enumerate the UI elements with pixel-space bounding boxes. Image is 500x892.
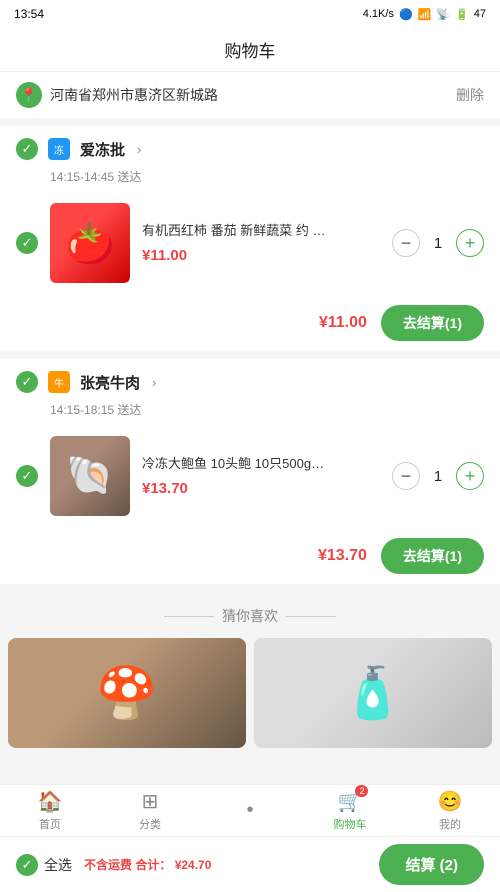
status-right: 4.1K/s 🔵 📶 📡 🔋 47 [363, 8, 486, 21]
nav-item-dot: • [200, 785, 300, 836]
battery-icon: 🔋 [455, 8, 469, 21]
mine-icon: 😊 [438, 789, 463, 814]
nav-item-mine[interactable]: 😊 我的 [400, 785, 500, 836]
store-card-1: ✓ 冻 爱冻批 › 14:15-14:45 送达 ✓ 🍅 有机西红柿 番茄 新鲜… [0, 126, 500, 351]
product-image-1: 🍅 [50, 203, 130, 283]
location-left: 📍 河南省郑州市惠济区新城路 [16, 82, 218, 108]
product-row-1: ✓ 🍅 有机西红柿 番茄 新鲜蔬菜 约 … ¥11.00 − 1 + [0, 195, 500, 295]
store-name-2: 张亮牛肉 [80, 372, 140, 393]
quantity-decrease-1[interactable]: − [392, 229, 420, 257]
bottom-bar: ✓ 全选 不含运费 合计： ¥24.70 结算 (2) [0, 836, 500, 892]
category-icon: ⊞ [142, 789, 159, 814]
bottom-total: 不含运费 合计： ¥24.70 [72, 856, 379, 873]
select-all-check[interactable]: ✓ [16, 854, 38, 876]
store-check-1[interactable]: ✓ [16, 138, 38, 160]
battery-level: 47 [474, 8, 486, 20]
select-all-label: 全选 [44, 855, 72, 875]
location-text: 河南省郑州市惠济区新城路 [50, 85, 218, 105]
product-check-2[interactable]: ✓ [16, 465, 38, 487]
bluetooth-icon: 🔵 [399, 8, 413, 21]
store-header-2[interactable]: ✓ 牛 张亮牛肉 › [0, 359, 500, 401]
product-info-2: 冷冻大鲍鱼 10头鲍 10只500g… ¥13.70 [142, 455, 380, 496]
product-name-2: 冷冻大鲍鱼 10头鲍 10只500g… [142, 455, 380, 473]
store-icon-1: 冻 [48, 138, 70, 160]
nav-item-cart[interactable]: 🛒 2 购物车 [300, 785, 400, 836]
store-name-1: 爱冻批 [80, 139, 125, 160]
recommendation-section: 猜你喜欢 🍄 🧴 [0, 592, 500, 756]
recommendation-title: 猜你喜欢 [0, 606, 500, 626]
dot-icon: • [246, 799, 253, 822]
nav-item-category[interactable]: ⊞ 分类 [100, 785, 200, 836]
checkout-btn-1[interactable]: 去结算(1) [381, 305, 484, 341]
recommendation-grid: 🍄 🧴 [0, 638, 500, 748]
cart-badge-wrapper: 🛒 2 [338, 789, 363, 814]
nav-label-category: 分类 [139, 816, 161, 832]
recommend-item-1[interactable]: 🍄 [8, 638, 246, 748]
store-header-1[interactable]: ✓ 冻 爱冻批 › [0, 126, 500, 168]
store-icon-2: 牛 [48, 371, 70, 393]
product-price-1: ¥11.00 [142, 247, 380, 264]
recommend-image-1: 🍄 [8, 638, 246, 748]
signal-icon: 📶 [418, 8, 432, 21]
quantity-value-2: 1 [430, 468, 446, 485]
product-qty-2: − 1 + [392, 462, 484, 490]
product-image-2: 🐚 [50, 436, 130, 516]
store-card-2: ✓ 牛 张亮牛肉 › 14:15-18:15 送达 ✓ 🐚 冷冻大鲍鱼 10头鲍… [0, 359, 500, 584]
network-speed: 4.1K/s [363, 8, 394, 20]
store-arrow-1: › [137, 142, 141, 157]
delete-location-button[interactable]: 删除 [456, 85, 484, 105]
card-footer-2: ¥13.70 去结算(1) [0, 528, 500, 584]
nav-label-mine: 我的 [439, 816, 461, 832]
status-bar: 13:54 4.1K/s 🔵 📶 📡 🔋 47 [0, 0, 500, 28]
product-name-1: 有机西红柿 番茄 新鲜蔬菜 约 … [142, 222, 380, 240]
recommend-item-2[interactable]: 🧴 [254, 638, 492, 748]
footer-total-1: ¥11.00 [319, 314, 367, 332]
footer-total-2: ¥13.70 [318, 547, 367, 565]
checkout-btn-2[interactable]: 去结算(1) [381, 538, 484, 574]
total-amount: ¥24.70 [175, 858, 212, 872]
quantity-value-1: 1 [430, 235, 446, 252]
quantity-increase-1[interactable]: + [456, 229, 484, 257]
store-arrow-2: › [152, 375, 156, 390]
cart-badge: 2 [355, 785, 368, 797]
delivery-time-1: 14:15-14:45 送达 [0, 168, 500, 195]
nav-item-home[interactable]: 🏠 首页 [0, 785, 100, 836]
nav-label-home: 首页 [39, 816, 61, 832]
store-check-2[interactable]: ✓ [16, 371, 38, 393]
delivery-time-2: 14:15-18:15 送达 [0, 401, 500, 428]
product-info-1: 有机西红柿 番茄 新鲜蔬菜 约 … ¥11.00 [142, 222, 380, 263]
recommend-image-2: 🧴 [254, 638, 492, 748]
wifi-icon: 📡 [436, 8, 450, 21]
shipping-note: 不含运费 合计： [84, 858, 171, 872]
nav-label-cart: 购物车 [334, 816, 367, 832]
product-row-2: ✓ 🐚 冷冻大鲍鱼 10头鲍 10只500g… ¥13.70 − 1 + [0, 428, 500, 528]
location-bar[interactable]: 📍 河南省郑州市惠济区新城路 删除 [0, 72, 500, 118]
page-title: 购物车 [225, 37, 276, 62]
page-header: 购物车 [0, 28, 500, 72]
location-icon: 📍 [16, 82, 42, 108]
nav-bar: 🏠 首页 ⊞ 分类 • 🛒 2 购物车 😊 我的 [0, 784, 500, 836]
quantity-decrease-2[interactable]: − [392, 462, 420, 490]
card-footer-1: ¥11.00 去结算(1) [0, 295, 500, 351]
product-qty-1: − 1 + [392, 229, 484, 257]
product-check-1[interactable]: ✓ [16, 232, 38, 254]
select-all[interactable]: ✓ 全选 [16, 854, 72, 876]
quantity-increase-2[interactable]: + [456, 462, 484, 490]
status-time: 13:54 [14, 7, 44, 21]
home-icon: 🏠 [38, 789, 63, 814]
product-price-2: ¥13.70 [142, 480, 380, 497]
bottom-checkout-button[interactable]: 结算 (2) [379, 844, 484, 885]
